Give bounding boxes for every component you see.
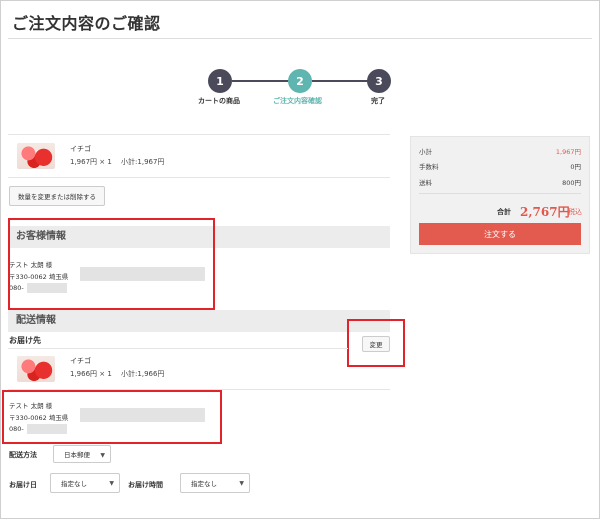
title-divider [8, 38, 592, 39]
divider [8, 348, 348, 349]
fee-value: 0円 [570, 163, 581, 171]
delivery-time-value: 指定なし [191, 480, 217, 488]
strawberry-thumbnail [17, 356, 55, 382]
delivery-time-select[interactable]: 指定なし ▼ [180, 473, 250, 493]
highlight-recipient [2, 390, 222, 444]
total-label: 合計 [497, 208, 511, 216]
cart-item-price: 1,967円 × 1 小計:1,967円 [70, 158, 165, 166]
cart-item-name: イチゴ [70, 145, 91, 153]
fee-row: 手数料 0円 [419, 161, 581, 171]
step-2-circle: 2 [288, 69, 312, 93]
stepper-line-done [232, 80, 296, 82]
highlight-change-button [347, 319, 405, 367]
shipping-fee-value: 800円 [562, 179, 581, 187]
delivery-method-label: 配送方法 [9, 451, 37, 459]
shipping-fee-label: 送料 [419, 179, 432, 187]
shipping-fee-row: 送料 800円 [419, 177, 581, 187]
change-quantity-button[interactable]: 数量を変更または削除する [9, 186, 105, 206]
delivery-date-label: お届け日 [9, 481, 37, 489]
delivery-method-value: 日本郵便 [64, 451, 90, 459]
delivery-date-value: 指定なし [61, 480, 87, 488]
subtotal-row: 小計 1,967円 [419, 146, 581, 156]
step-1-label: カートの商品 [198, 97, 240, 105]
divider [419, 193, 581, 194]
delivery-method-select[interactable]: 日本郵便 ▼ [53, 445, 111, 463]
place-order-button[interactable]: 注文する [419, 223, 581, 245]
step-1-circle: 1 [208, 69, 232, 93]
divider [8, 177, 390, 178]
chevron-down-icon: ▼ [100, 452, 105, 459]
subtotal-label: 小計 [419, 148, 432, 156]
highlight-customer-info [8, 218, 215, 310]
step-3-circle: 3 [367, 69, 391, 93]
step-2-label: ご注文内容確認 [273, 97, 322, 105]
stepper-line-pending [312, 80, 374, 82]
shipping-info-heading: 配送情報 [8, 310, 390, 332]
delivery-destination-label: お届け先 [9, 336, 41, 345]
delivery-date-select[interactable]: 指定なし ▼ [50, 473, 120, 493]
fee-label: 手数料 [419, 163, 439, 171]
step-3-label: 完了 [371, 97, 385, 105]
chevron-down-icon: ▼ [239, 480, 244, 487]
subtotal-value: 1,967円 [555, 148, 581, 156]
total-value: 2,767円 [520, 205, 570, 219]
chevron-down-icon: ▼ [109, 480, 114, 487]
page-title: ご注文内容のご確認 [12, 14, 161, 33]
shipping-item-name: イチゴ [70, 357, 91, 365]
tax-label: 税込 [568, 208, 582, 216]
order-summary-panel: 小計 1,967円 手数料 0円 送料 800円 合計 2,767円 税込 注文… [410, 136, 590, 254]
delivery-time-label: お届け時間 [128, 481, 163, 489]
strawberry-thumbnail [17, 143, 55, 169]
divider [8, 134, 390, 135]
shipping-item-price: 1,966円 × 1 小計:1,966円 [70, 370, 165, 378]
